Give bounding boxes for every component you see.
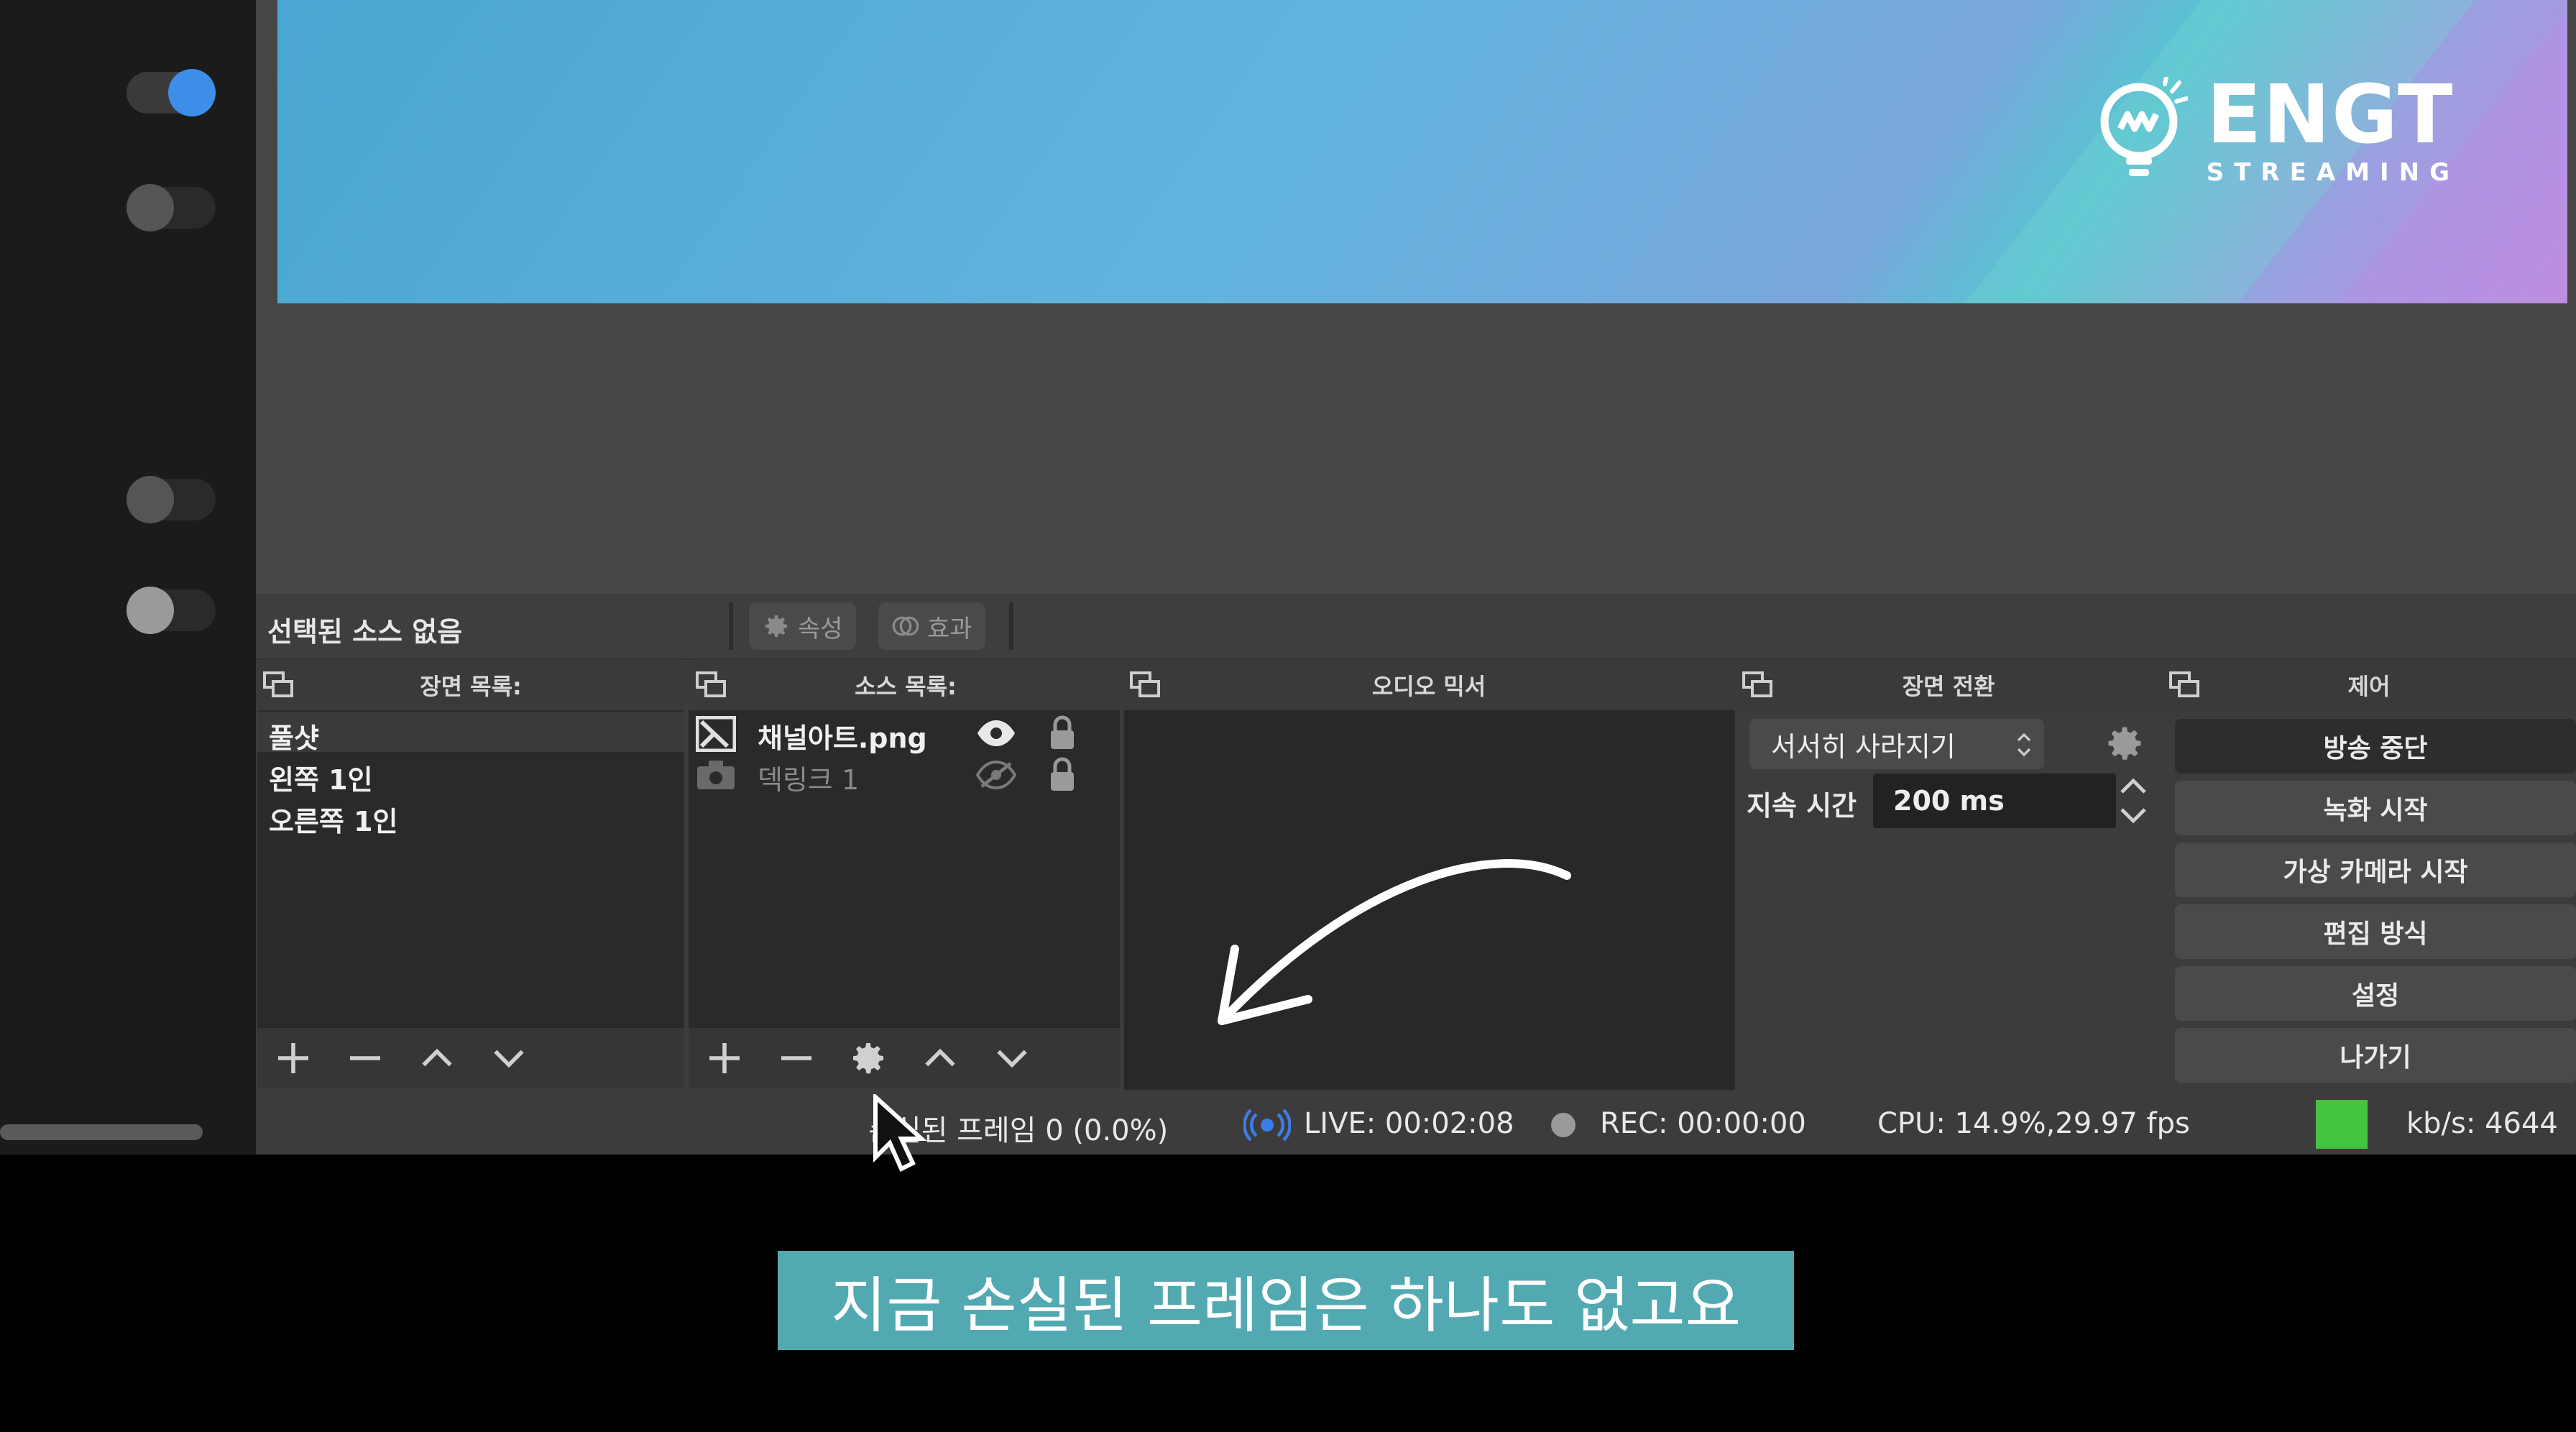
scenes-dock-header: 장면 목록: <box>256 660 686 710</box>
plus-icon <box>709 1043 740 1073</box>
scene-item[interactable]: 왼쪽 1인 <box>269 758 373 797</box>
toolbar-divider <box>729 602 733 650</box>
duration-value: 200 ms <box>1893 785 2005 817</box>
toggle-switch-3[interactable] <box>126 476 216 523</box>
duration-stepper-icon[interactable] <box>2117 772 2149 830</box>
minus-icon <box>781 1056 811 1060</box>
source-properties-button[interactable] <box>832 1028 904 1088</box>
exit-button[interactable]: 나가기 <box>2175 1028 2576 1083</box>
remove-scene-button[interactable] <box>329 1028 401 1088</box>
source-item[interactable]: 채널아트.png <box>758 716 927 756</box>
audio-mixer-dock-header: 오디오 믹서 <box>1123 660 1735 710</box>
transitions-title: 장면 전환 <box>1902 673 1995 700</box>
filters-button[interactable]: 효과 <box>878 602 985 650</box>
undock-icon[interactable] <box>263 671 295 699</box>
bitrate-status: kb/s: 4644 <box>2406 1107 2558 1140</box>
mouse-cursor-icon <box>873 1094 927 1172</box>
start-recording-button[interactable]: 녹화 시작 <box>2175 781 2576 835</box>
transitions-dock-header: 장면 전환 <box>1735 660 2162 710</box>
sources-dock-header: 소스 목록: <box>689 660 1123 710</box>
cpu-status: CPU: 14.9%,29.97 fps <box>1877 1107 2190 1140</box>
move-scene-up-button[interactable] <box>401 1028 473 1088</box>
move-source-up-button[interactable] <box>904 1028 976 1088</box>
logo-bulb-icon <box>2100 77 2188 176</box>
lock-icon[interactable] <box>1048 715 1077 751</box>
live-broadcast-icon <box>1243 1109 1291 1142</box>
logo-name: ENGT <box>2206 68 2455 162</box>
left-sidebar <box>0 0 256 1155</box>
start-virtual-camera-button[interactable]: 가상 카메라 시작 <box>2175 843 2576 897</box>
filter-icon <box>892 616 919 636</box>
controls-title: 제어 <box>2347 673 2391 700</box>
move-source-down-button[interactable] <box>976 1028 1048 1088</box>
gear-icon <box>853 1043 883 1074</box>
scenes-toolbar <box>257 1028 684 1088</box>
stop-streaming-button[interactable]: 방송 중단 <box>2175 719 2576 774</box>
eye-hidden-icon[interactable] <box>976 761 1016 789</box>
plus-icon <box>278 1043 308 1073</box>
rec-indicator-icon <box>1551 1113 1576 1137</box>
lock-icon[interactable] <box>1048 756 1077 792</box>
controls-dock-header: 제어 <box>2162 660 2576 710</box>
scenes-title: 장면 목록: <box>420 673 522 700</box>
live-timer: LIVE: 00:02:08 <box>1304 1107 1514 1140</box>
chevron-down-icon <box>997 1050 1027 1068</box>
sources-toolbar <box>689 1028 1120 1088</box>
performance-indicator <box>2316 1100 2368 1149</box>
sources-title: 소스 목록: <box>855 673 957 700</box>
move-scene-down-button[interactable] <box>473 1028 545 1088</box>
audio-mixer-title: 오디오 믹서 <box>1371 673 1486 700</box>
chevron-up-icon <box>422 1048 452 1067</box>
toggle-switch-1[interactable] <box>126 69 216 116</box>
chevron-up-icon <box>925 1048 955 1067</box>
video-subtitle: 지금 손실된 프레임은 하나도 없고요 <box>778 1251 1794 1350</box>
undock-icon[interactable] <box>1130 671 1162 699</box>
remove-source-button[interactable] <box>760 1028 832 1088</box>
chevron-down-icon <box>494 1050 524 1068</box>
updown-chevron-icon <box>2017 733 2031 757</box>
settings-button[interactable]: 설정 <box>2175 966 2576 1021</box>
no-source-label: 선택된 소스 없음 <box>267 616 463 648</box>
engt-logo: ENGT STREAMING <box>2094 75 2460 187</box>
duration-label: 지속 시간 <box>1747 790 1857 822</box>
undock-icon[interactable] <box>1742 671 1774 699</box>
scene-item[interactable]: 오른쪽 1인 <box>269 799 398 839</box>
scene-selected-row[interactable] <box>257 712 684 752</box>
horizontal-scrollbar[interactable] <box>0 1124 203 1140</box>
logo-subtitle: STREAMING <box>2206 158 2460 187</box>
scene-item[interactable]: 풀샷 <box>269 716 319 756</box>
properties-button[interactable]: 속성 <box>749 602 856 650</box>
undock-icon[interactable] <box>696 671 727 699</box>
add-scene-button[interactable] <box>257 1028 329 1088</box>
minus-icon <box>350 1056 380 1060</box>
image-source-icon <box>696 716 736 752</box>
gear-icon <box>765 615 787 638</box>
transition-select-value: 서서히 사라지기 <box>1771 730 1956 763</box>
source-item[interactable]: 덱링크 1 <box>758 758 859 797</box>
add-source-button[interactable] <box>689 1028 760 1088</box>
studio-mode-button[interactable]: 편집 방식 <box>2175 904 2576 959</box>
toolbar-divider <box>1009 602 1013 650</box>
transition-select[interactable]: 서서히 사라지기 <box>1749 719 2044 769</box>
source-toolbar <box>256 594 2576 660</box>
duration-input[interactable]: 200 ms <box>1873 774 2116 828</box>
toggle-switch-2[interactable] <box>126 184 216 231</box>
annotation-arrow-icon <box>1218 859 1571 1025</box>
filters-label: 효과 <box>927 614 972 643</box>
undock-icon[interactable] <box>2169 671 2201 699</box>
transition-settings-gear-icon[interactable] <box>2103 722 2146 765</box>
eye-icon[interactable] <box>976 719 1016 748</box>
camera-source-icon <box>697 761 735 789</box>
properties-label: 속성 <box>798 614 843 643</box>
preview-canvas: ENGT STREAMING <box>277 0 2567 303</box>
rec-timer: REC: 00:00:00 <box>1600 1107 1806 1140</box>
toggle-switch-4[interactable] <box>126 587 216 634</box>
